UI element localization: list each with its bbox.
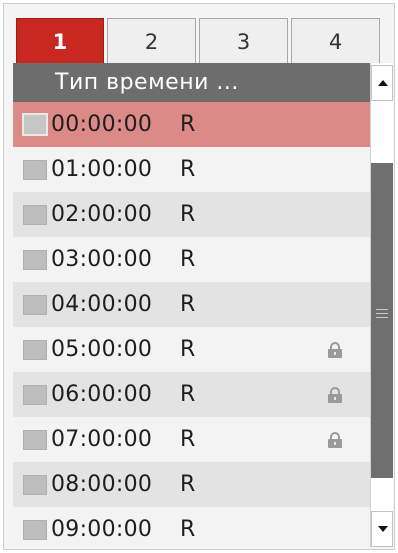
row-flag: R [180, 112, 196, 137]
tab-2[interactable]: 2 [107, 18, 196, 64]
row-time: 05:00:00 [51, 337, 153, 362]
row-checkbox[interactable] [23, 340, 47, 360]
row-time: 07:00:00 [51, 427, 153, 452]
row-checkbox[interactable] [23, 295, 47, 315]
row-flag: R [180, 427, 196, 452]
row-container: 00:00:00 R 01:00:00 R 02:00:00 R 03:00:00 R 04:0… [13, 102, 370, 545]
lock-icon [328, 387, 342, 403]
scroll-down-button[interactable] [371, 511, 393, 547]
row-checkbox[interactable] [23, 250, 47, 270]
row-checkbox[interactable] [23, 520, 47, 540]
row-time: 09:00:00 [51, 517, 153, 542]
list-item[interactable]: 02:00:00 R [13, 192, 370, 237]
list-item[interactable]: 09:00:00 R [13, 507, 370, 545]
list-item[interactable]: 04:00:00 R [13, 282, 370, 327]
row-time: 06:00:00 [51, 382, 153, 407]
row-flag: R [180, 292, 196, 317]
row-time: 04:00:00 [51, 292, 153, 317]
row-checkbox[interactable] [22, 113, 48, 136]
list-item[interactable]: 05:00:00 R [13, 327, 370, 372]
tab-3[interactable]: 3 [199, 18, 288, 64]
row-checkbox[interactable] [23, 430, 47, 450]
row-flag: R [180, 472, 196, 497]
row-checkbox[interactable] [23, 160, 47, 180]
row-flag: R [180, 517, 196, 542]
list-item[interactable]: 00:00:00 R [13, 102, 370, 147]
row-time: 01:00:00 [51, 157, 153, 182]
list-item[interactable]: 01:00:00 R [13, 147, 370, 192]
tab-1[interactable]: 1 [16, 18, 104, 64]
list-item[interactable]: 03:00:00 R [13, 237, 370, 282]
list-item[interactable]: 06:00:00 R [13, 372, 370, 417]
row-time: 00:00:00 [51, 112, 153, 137]
row-time: 08:00:00 [51, 472, 153, 497]
arrow-down-icon [378, 526, 388, 532]
row-flag: R [180, 382, 196, 407]
row-time: 02:00:00 [51, 202, 153, 227]
row-checkbox[interactable] [23, 205, 47, 225]
grip-icon [376, 309, 388, 321]
row-flag: R [180, 337, 196, 362]
lock-icon [328, 342, 342, 358]
list-item[interactable]: 08:00:00 R [13, 462, 370, 507]
row-checkbox[interactable] [23, 475, 47, 495]
tab-4[interactable]: 4 [291, 18, 380, 64]
time-list: Тип времени ... 00:00:00 R 01:00:00 R 02:00:… [13, 63, 370, 545]
lock-icon [328, 432, 342, 448]
row-time: 03:00:00 [51, 247, 153, 272]
row-flag: R [180, 247, 196, 272]
scroll-up-button[interactable] [371, 65, 393, 101]
tab-bar: 1 2 3 4 [14, 18, 382, 64]
vertical-scrollbar[interactable] [370, 63, 393, 547]
column-header-time-type[interactable]: Тип времени ... [13, 63, 370, 102]
row-flag: R [180, 202, 196, 227]
row-checkbox[interactable] [23, 385, 47, 405]
scroll-track[interactable] [371, 101, 393, 511]
list-item[interactable]: 07:00:00 R [13, 417, 370, 462]
scroll-thumb[interactable] [371, 163, 393, 478]
arrow-up-icon [378, 80, 388, 86]
row-flag: R [180, 157, 196, 182]
